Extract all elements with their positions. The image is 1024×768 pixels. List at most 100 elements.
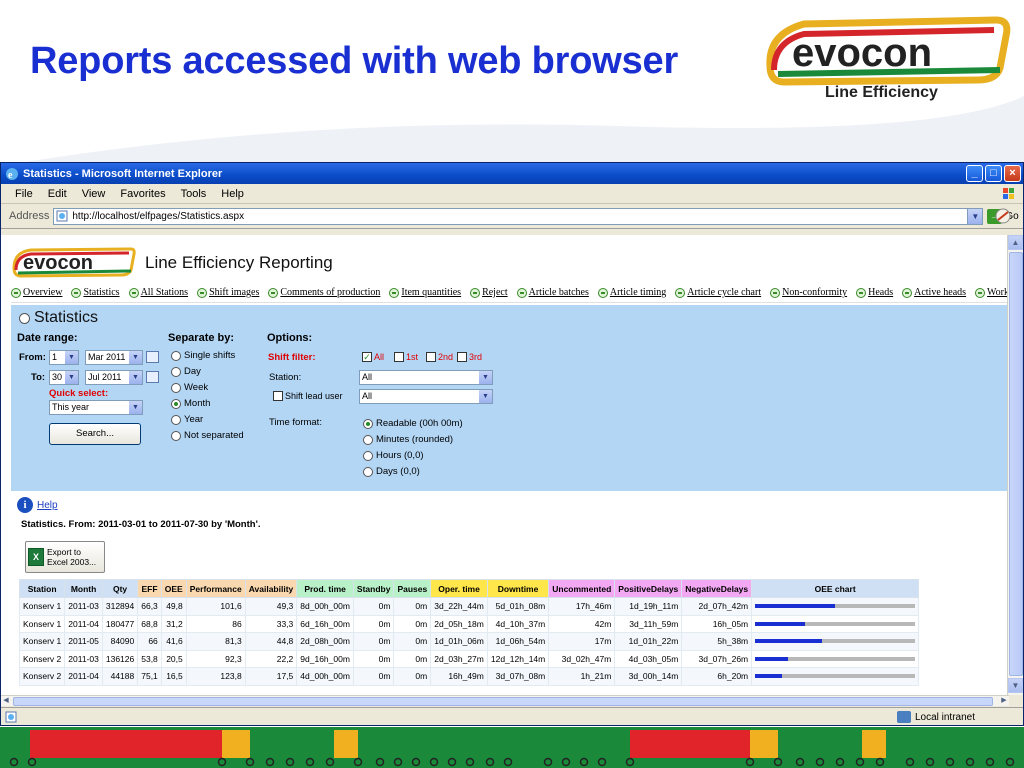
column-header[interactable]: Pauses <box>393 579 432 598</box>
shift-filter-1st-checkbox[interactable]: 1st <box>394 352 418 362</box>
nav-all-stations[interactable]: All Stations <box>128 287 188 298</box>
security-zone: Local intranet <box>896 711 975 723</box>
nav-overview[interactable]: Overview <box>11 287 62 298</box>
help-link[interactable]: Help <box>37 500 58 511</box>
quick-select-dropdown[interactable]: This year ▼ <box>49 400 143 415</box>
station-select[interactable]: All ▼ <box>359 370 493 385</box>
column-header[interactable]: Uncommented <box>548 579 616 598</box>
table-row: Konserv 1 2011-03 312894 66,3 49,8 101,6 49,3 8… <box>18 597 920 616</box>
svg-text:e: e <box>8 170 13 181</box>
column-header[interactable]: Month <box>64 579 103 598</box>
nav-arrow-icon <box>11 287 21 298</box>
column-header[interactable]: Availability <box>244 579 298 598</box>
table-cell: 1d_01h_22m <box>614 632 683 651</box>
nav-article-cycle-chart[interactable]: Article cycle chart <box>675 287 761 298</box>
column-header[interactable]: EFF <box>137 579 162 598</box>
menu-help[interactable]: Help <box>221 188 244 200</box>
column-header[interactable]: Station <box>18 579 66 598</box>
from-month-select[interactable]: Mar 2011 ▼ <box>85 350 143 365</box>
nav-reject[interactable]: Reject <box>470 287 508 298</box>
footer-dot <box>375 757 385 767</box>
footer-red-segment <box>30 730 222 758</box>
logo-wordmark: evocon <box>792 31 932 75</box>
column-header[interactable]: Downtime <box>486 579 550 598</box>
menu-edit[interactable]: Edit <box>48 188 67 200</box>
column-header[interactable]: Prod. time <box>296 579 354 598</box>
from-calendar-icon[interactable] <box>146 351 159 363</box>
table-cell: 92,3 <box>185 649 246 668</box>
column-header[interactable]: Oper. time <box>430 579 488 598</box>
table-cell: 9d_16h_00m <box>296 649 354 668</box>
to-month-select[interactable]: Jul 2011 ▼ <box>85 370 143 385</box>
nav-item-quantities[interactable]: Item quantities <box>389 287 461 298</box>
nav-article-batches[interactable]: Article batches <box>516 287 589 298</box>
menu-view[interactable]: View <box>82 188 106 200</box>
footer-dot <box>1005 757 1015 767</box>
nav-article-timing[interactable]: Article timing <box>597 287 666 298</box>
close-button[interactable]: × <box>1004 165 1021 182</box>
column-header[interactable]: Qty <box>101 579 139 598</box>
shift-filter-2nd-checkbox[interactable]: 2nd <box>426 352 453 362</box>
scroll-up-icon[interactable]: ▲ <box>1008 235 1023 250</box>
nav-statistics[interactable]: Statistics <box>71 287 120 298</box>
maximize-button[interactable]: □ <box>985 165 1002 182</box>
horizontal-scroll-thumb[interactable] <box>13 697 993 706</box>
nav-active-heads[interactable]: Active heads <box>902 287 966 298</box>
column-header[interactable]: Performance <box>185 579 246 598</box>
table-row: Konserv 1 2011-04 180477 68,8 31,2 86 33,3 6d_1… <box>18 614 920 633</box>
page-done-icon <box>5 711 17 723</box>
nav-heads[interactable]: Heads <box>856 287 893 298</box>
search-button[interactable]: Search... <box>49 423 141 445</box>
separate-not-separated-radio[interactable]: Not separated <box>171 430 244 441</box>
table-cell: 17,5 <box>244 667 298 686</box>
nav-working-time[interactable]: Working tim <box>975 287 1009 298</box>
nav-shift-images[interactable]: Shift images <box>197 287 259 298</box>
scroll-left-icon[interactable]: ◀ <box>1 696 11 706</box>
menu-tools[interactable]: Tools <box>181 188 207 200</box>
address-input[interactable]: http://localhost/elfpages/Statistics.asp… <box>53 207 984 225</box>
to-calendar-icon[interactable] <box>146 371 159 383</box>
column-header[interactable]: NegativeDelays <box>681 579 753 598</box>
time-format-hours-radio[interactable]: Hours (0,0) <box>363 450 424 461</box>
column-header[interactable]: OEE chart <box>751 579 920 598</box>
scroll-right-icon[interactable]: ▶ <box>999 696 1009 706</box>
separate-year-radio[interactable]: Year <box>171 414 203 425</box>
table-cell: 2011-04 <box>64 667 103 686</box>
separate-month-radio[interactable]: Month <box>171 398 210 409</box>
separate-week-radio[interactable]: Week <box>171 382 208 393</box>
horizontal-scrollbar[interactable]: ◀ ▶ <box>1 695 1009 706</box>
time-format-readable-radio[interactable]: Readable (00h 00m) <box>363 418 463 429</box>
shift-lead-user-select[interactable]: All ▼ <box>359 389 493 404</box>
column-header[interactable]: PositiveDelays <box>614 579 683 598</box>
vertical-scrollbar[interactable]: ▲ ▼ <box>1007 235 1023 695</box>
nav-non-conformity[interactable]: Non-conformity <box>770 287 847 298</box>
toolbar-tool-icon[interactable] <box>993 206 1013 226</box>
column-header[interactable]: Standby <box>352 579 395 598</box>
address-dropdown-icon[interactable]: ▼ <box>967 208 983 224</box>
footer-dot <box>353 757 363 767</box>
footer-dot <box>835 757 845 767</box>
check-icon: ✓ <box>362 352 372 362</box>
time-format-days-radio[interactable]: Days (0,0) <box>363 466 420 477</box>
shift-filter-all-checkbox[interactable]: ✓ All <box>362 352 384 362</box>
to-day-select[interactable]: 30 ▼ <box>49 370 79 385</box>
footer-dot <box>985 757 995 767</box>
separate-day-radio[interactable]: Day <box>171 366 201 377</box>
nav-comments-of-production[interactable]: Comments of production <box>268 287 380 298</box>
menu-favorites[interactable]: Favorites <box>120 188 165 200</box>
time-format-minutes-radio[interactable]: Minutes (rounded) <box>363 434 453 445</box>
footer-dot <box>625 757 635 767</box>
export-excel-button[interactable]: X Export to Excel 2003... <box>25 541 105 573</box>
from-day-select[interactable]: 1 ▼ <box>49 350 79 365</box>
vertical-scroll-thumb[interactable] <box>1009 252 1023 676</box>
shift-lead-user-checkbox[interactable]: Shift lead user <box>273 391 343 401</box>
separate-single-shifts-radio[interactable]: Single shifts <box>171 350 235 361</box>
menu-file[interactable]: File <box>15 188 33 200</box>
table-cell: 66,3 <box>137 597 162 616</box>
column-header[interactable]: OEE <box>160 579 187 598</box>
scroll-down-icon[interactable]: ▼ <box>1008 678 1023 693</box>
footer-dot <box>305 757 315 767</box>
table-cell: 2d_05h_18m <box>430 614 488 633</box>
shift-filter-3rd-checkbox[interactable]: 3rd <box>457 352 482 362</box>
minimize-button[interactable]: _ <box>966 165 983 182</box>
